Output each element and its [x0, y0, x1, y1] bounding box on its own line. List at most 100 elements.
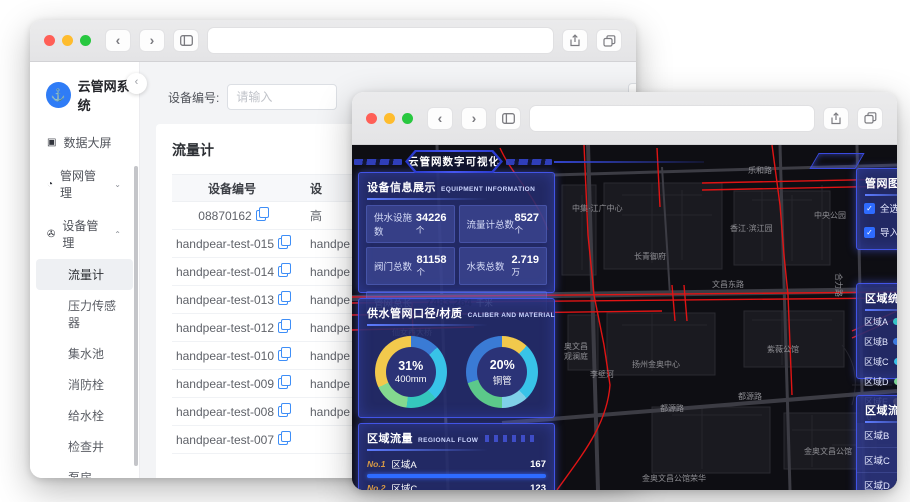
- legend-dot: [893, 317, 897, 325]
- zoom-window-button[interactable]: [402, 112, 413, 124]
- tab-overview-icon[interactable]: [857, 106, 883, 130]
- bar-fill: [367, 474, 546, 478]
- dashboard-title-badge: 云管网数字可视化: [405, 150, 503, 173]
- minimize-window-button[interactable]: [384, 112, 395, 124]
- stat-cell: 流量计总数 8527 个: [458, 205, 547, 243]
- panel-subtitle: REGIONAL FLOW: [418, 437, 479, 444]
- region-flow-rows: 区域B 区域C 区域D 区域E: [857, 423, 897, 490]
- zoom-window-button[interactable]: [80, 35, 91, 46]
- equipment-stats: 供水设施数 34226 个 流量计总数 8527 个 阀门总数 81158 个 …: [359, 200, 554, 292]
- forward-button[interactable]: ›: [461, 106, 487, 130]
- regional-flow-panel: 区域流量 REGIONAL FLOW No.1 区域A 167 No.2 区域C…: [358, 423, 555, 490]
- forward-button[interactable]: ›: [139, 29, 165, 52]
- sidebar-subitem[interactable]: 消防栓: [36, 369, 133, 400]
- copy-icon[interactable]: [278, 431, 292, 445]
- copy-icon[interactable]: [278, 291, 292, 305]
- panel-title: 设备信息展示: [367, 182, 436, 194]
- minimize-window-button[interactable]: [62, 35, 73, 46]
- checkbox-checked-icon[interactable]: ✓: [864, 226, 875, 238]
- svg-text:长青御府: 长青御府: [634, 251, 666, 261]
- address-bar[interactable]: [529, 104, 815, 132]
- equipment-info-panel: 设备信息展示 EQUIPMENT INFORMATION 供水设施数 34226…: [358, 172, 555, 315]
- region-value: 167: [530, 458, 546, 470]
- sidebar-subitem[interactable]: 集水池: [36, 338, 133, 369]
- rank-label: No.1: [367, 459, 386, 469]
- back-browser-toolbar: ‹ ›: [30, 20, 636, 62]
- sidebar-item-data-screen[interactable]: ▣ 数据大屏: [30, 126, 139, 159]
- monitor-icon: ▣: [47, 137, 57, 148]
- copy-icon[interactable]: [255, 207, 269, 221]
- caliber-donut-chart[interactable]: 31% 400mm: [374, 336, 447, 408]
- sidebar-item-device-management[interactable]: ✇ 设备管理 ⌃: [30, 209, 139, 259]
- device-no-cell: handpear-test-012: [175, 320, 275, 335]
- legend-row[interactable]: 区域B: [857, 331, 897, 351]
- sidebar-subitem[interactable]: 检查井: [36, 431, 133, 462]
- sidebar-scrollbar[interactable]: [134, 166, 138, 466]
- device-no-cell: handpear-test-010: [175, 348, 275, 363]
- close-window-button[interactable]: [366, 112, 377, 124]
- legend-row[interactable]: 区域A: [857, 311, 897, 331]
- device-no-filter-input[interactable]: [227, 84, 338, 110]
- tab-overview-icon[interactable]: [596, 29, 622, 52]
- chevron-up-icon: ⌃: [114, 229, 121, 239]
- close-window-button[interactable]: [44, 35, 55, 46]
- sidebar-item-pipe-network[interactable]: ◔ 管网管理 ⌄: [30, 159, 139, 209]
- panel-subtitle: EQUIPMENT INFORMATION: [441, 186, 536, 193]
- checkbox-label: 导入: [880, 228, 897, 239]
- copy-icon[interactable]: [278, 403, 292, 417]
- sidebar-toggle-icon[interactable]: [495, 106, 521, 130]
- flow-bar-row: No.2 区域C 123: [367, 481, 546, 491]
- sidebar-submenu: 流量计 压力传感器 集水池 消防栓 给水栓 检查井 泵房 阀门: [30, 259, 139, 478]
- share-icon[interactable]: [562, 29, 588, 52]
- region-flow-list-panel: 区域流量 区域B 区域C 区域D 区域E: [856, 395, 897, 490]
- legend-label: 区域D: [864, 376, 889, 387]
- device-no-cell: handpear-test-015: [175, 236, 275, 251]
- sidebar-subitem[interactable]: 泵房: [36, 462, 133, 478]
- copy-icon[interactable]: [278, 263, 292, 277]
- copy-icon[interactable]: [278, 375, 292, 389]
- sidebar: ⚓ 云管网系统 ▣ 数据大屏 ◔ 管网管理 ⌄ ✇ 设备管理 ⌃ 流量计 压力传…: [30, 62, 140, 478]
- region-flow-row[interactable]: 区域B: [857, 423, 897, 448]
- region-flow-row[interactable]: 区域C: [857, 448, 897, 473]
- panel-title: 区域流量: [367, 433, 413, 445]
- region-stats-panel: 区域统计 区域A 区域B: [856, 283, 897, 422]
- legend-label: 区域C: [864, 356, 889, 367]
- svg-text:李壁河: 李壁河: [590, 369, 614, 379]
- back-button[interactable]: ‹: [427, 106, 453, 130]
- copy-icon[interactable]: [278, 319, 292, 333]
- sidebar-collapse-button[interactable]: ‹: [126, 73, 147, 94]
- svg-text:都源路: 都源路: [660, 403, 684, 413]
- device-no-cell: handpear-test-014: [175, 264, 275, 279]
- flow-bar-row: No.1 区域A 167: [367, 457, 546, 478]
- traffic-lights: [44, 35, 91, 46]
- dashboard-header: 云管网数字可视化: [352, 147, 897, 177]
- back-button[interactable]: ‹: [105, 29, 131, 52]
- material-donut-chart[interactable]: 20% 铜管: [466, 336, 539, 408]
- copy-icon[interactable]: [278, 347, 292, 361]
- checkbox-checked-icon[interactable]: ✓: [864, 202, 875, 214]
- col-device-no-header: 设备编号: [207, 181, 256, 196]
- layer-checkbox-row[interactable]: ✓ 全选: [857, 196, 897, 220]
- copy-icon[interactable]: [278, 235, 292, 249]
- address-bar[interactable]: [207, 27, 554, 54]
- front-browser-toolbar: ‹ ›: [352, 92, 897, 145]
- sidebar-subitem[interactable]: 流量计: [36, 259, 133, 290]
- bar-track: [367, 474, 546, 478]
- panel-title: 供水管网口径/材质: [367, 308, 463, 320]
- region-name: 区域C: [391, 484, 418, 490]
- sidebar-subitem[interactable]: 压力传感器: [36, 290, 133, 338]
- region-flow-row[interactable]: 区域D: [857, 473, 897, 490]
- device-no-cell: handpear-test-013: [175, 292, 275, 307]
- header-decoration-mid: [506, 159, 552, 165]
- stat-cell: 水表总数 2.719 万: [458, 247, 547, 285]
- sidebar-subitem[interactable]: 给水栓: [36, 400, 133, 431]
- svg-text:香江·滨江园: 香江·滨江园: [730, 223, 773, 233]
- sidebar-toggle-icon[interactable]: [173, 29, 199, 52]
- panel-title: 区域流量: [865, 405, 897, 417]
- app-logo-icon: ⚓: [46, 82, 71, 108]
- share-icon[interactable]: [823, 106, 849, 130]
- legend-row[interactable]: 区域D: [857, 371, 897, 391]
- traffic-lights: [366, 112, 413, 124]
- layer-checkbox-row[interactable]: ✓ 导入: [857, 220, 897, 244]
- legend-row[interactable]: 区域C: [857, 351, 897, 371]
